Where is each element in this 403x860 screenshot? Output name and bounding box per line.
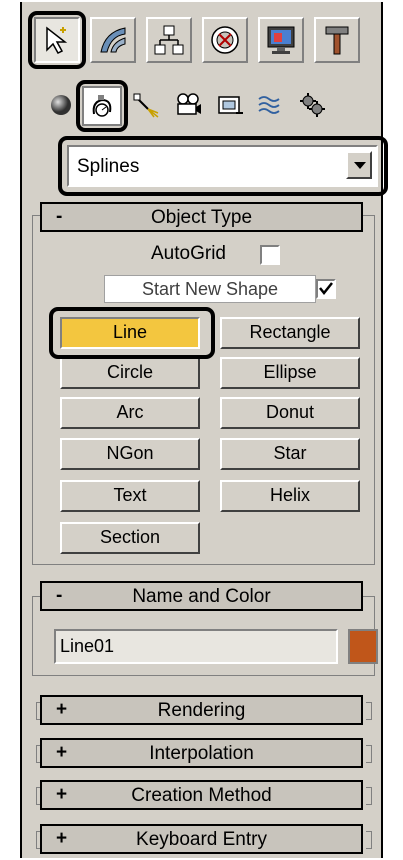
star-button[interactable]: Star xyxy=(220,438,360,470)
hierarchy-icon xyxy=(154,25,184,55)
rollout-title: Name and Color xyxy=(132,586,271,607)
rollout-title: Keyboard Entry xyxy=(136,829,267,850)
rollout-bracket-right xyxy=(366,702,372,720)
rollout-title: Creation Method xyxy=(131,785,272,806)
helix-button[interactable]: Helix xyxy=(220,480,360,512)
object-color-swatch[interactable] xyxy=(348,629,378,664)
create-cursor-icon xyxy=(46,26,68,54)
category-dropdown-value: Splines xyxy=(77,156,140,177)
rollout-title: Rendering xyxy=(157,700,246,721)
checkmark-icon xyxy=(319,282,333,296)
object-type-rollout xyxy=(32,215,375,565)
line-button[interactable]: Line xyxy=(60,317,200,349)
interpolation-rollout-header[interactable]: + Interpolation xyxy=(40,738,363,768)
space-warp-icon xyxy=(258,96,280,114)
creation-method-rollout-header[interactable]: + Creation Method xyxy=(40,780,363,810)
helper-tape-icon xyxy=(218,96,243,114)
name-and-color-header[interactable]: - Name and Color xyxy=(40,581,363,611)
autogrid-label: AutoGrid xyxy=(151,243,226,264)
tab-motion[interactable] xyxy=(202,17,248,63)
circle-button[interactable]: Circle xyxy=(60,357,200,389)
subcategory-shapes[interactable] xyxy=(82,86,122,126)
tab-create[interactable] xyxy=(34,17,80,63)
subcategory-systems[interactable] xyxy=(294,87,330,123)
object-name-input[interactable]: Line01 xyxy=(54,629,338,664)
category-dropdown[interactable]: Splines xyxy=(67,145,378,187)
modify-bend-icon xyxy=(100,27,126,53)
rendering-rollout-header[interactable]: + Rendering xyxy=(40,695,363,725)
command-panel: Splines - Object Type AutoGrid Start New… xyxy=(20,2,388,858)
utilities-hammer-icon xyxy=(325,26,349,55)
rollout-bracket-right xyxy=(366,745,372,763)
rectangle-button[interactable]: Rectangle xyxy=(220,317,360,349)
start-new-shape-button[interactable]: Start New Shape xyxy=(104,275,316,303)
sphere-icon xyxy=(51,95,71,115)
tab-hierarchy[interactable] xyxy=(146,17,192,63)
camera-icon xyxy=(177,93,201,115)
ellipse-button[interactable]: Ellipse xyxy=(220,357,360,389)
tab-display[interactable] xyxy=(258,17,304,63)
keyboard-entry-rollout-header[interactable]: + Keyboard Entry xyxy=(40,824,363,854)
dropdown-arrow-button[interactable] xyxy=(346,151,372,179)
ngon-button[interactable]: NGon xyxy=(60,438,200,470)
rollout-bracket-right xyxy=(366,787,372,805)
light-icon xyxy=(133,93,159,118)
donut-button[interactable]: Donut xyxy=(220,397,360,429)
subcategory-lights[interactable] xyxy=(128,87,164,123)
tab-modify[interactable] xyxy=(90,17,136,63)
shapes-icon xyxy=(92,95,112,117)
subcategory-space-warps[interactable] xyxy=(252,87,288,123)
motion-icon xyxy=(211,26,239,54)
object-type-header[interactable]: - Object Type xyxy=(40,202,363,232)
subcategory-cameras[interactable] xyxy=(170,87,206,123)
text-button[interactable]: Text xyxy=(60,480,200,512)
display-monitor-icon xyxy=(267,26,295,54)
rollout-bracket-right xyxy=(366,831,372,849)
tab-utilities[interactable] xyxy=(314,17,360,63)
section-button[interactable]: Section xyxy=(60,522,200,554)
autogrid-checkbox[interactable] xyxy=(260,245,280,265)
rollout-title: Interpolation xyxy=(149,743,254,764)
subcategory-geometry[interactable] xyxy=(44,87,80,123)
systems-gear-icon xyxy=(300,93,325,117)
subcategory-helpers[interactable] xyxy=(212,87,248,123)
arc-button[interactable]: Arc xyxy=(60,397,200,429)
start-new-shape-checkbox[interactable] xyxy=(316,279,336,299)
rollout-title: Object Type xyxy=(150,207,253,228)
